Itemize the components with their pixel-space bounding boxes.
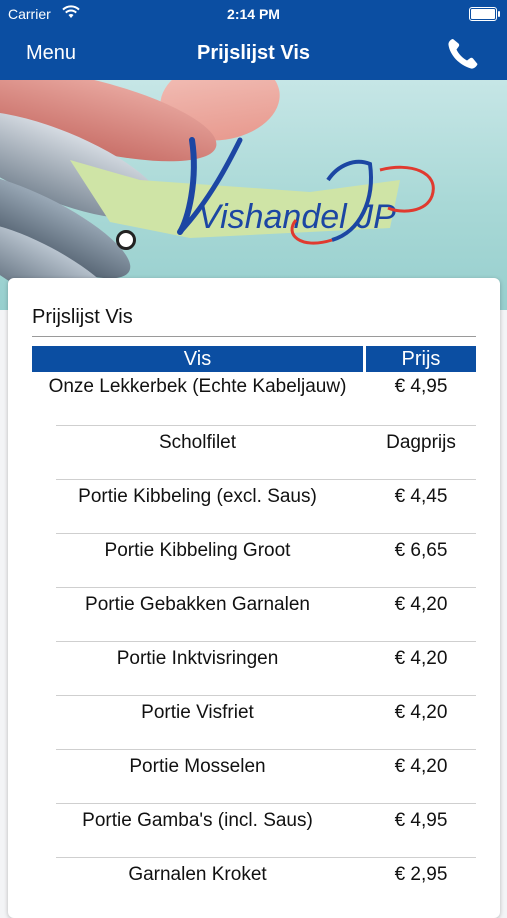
table-row: Portie Gamba's (incl. Saus) € 4,95	[32, 804, 476, 858]
item-name: Onze Lekkerbek (Echte Kabeljauw)	[48, 376, 347, 397]
item-name: Scholfilet	[158, 432, 237, 453]
item-name: Portie Gebakken Garnalen	[85, 594, 310, 615]
item-price: € 4,95	[394, 810, 448, 831]
table-row: Portie Inktvisringen € 4,20	[32, 642, 476, 696]
page-title: Prijslijst Vis	[196, 42, 311, 64]
table-row: Portie Kibbeling Groot € 6,65	[32, 534, 476, 588]
item-price: Dagprijs	[386, 432, 456, 453]
price-list-card: Prijslijst Vis Vis Prijs Onze Lekkerbek …	[8, 278, 500, 918]
item-price: € 2,95	[394, 864, 448, 885]
price-table: Onze Lekkerbek (Echte Kabeljauw) € 4,95 …	[32, 372, 476, 912]
item-price: € 4,20	[394, 756, 448, 777]
table-row: Portie Kibbeling (excl. Saus) € 4,45	[32, 480, 476, 534]
item-name: Portie Gamba's (incl. Saus)	[82, 810, 313, 831]
battery-icon	[469, 7, 500, 21]
column-header-name: Vis	[32, 346, 363, 372]
item-name: Portie Kibbeling (excl. Saus)	[78, 486, 317, 507]
item-price: € 6,65	[394, 540, 448, 561]
item-name: Portie Visfriet	[141, 702, 254, 723]
item-name: Garnalen Kroket	[128, 864, 267, 885]
hero-banner: Vishandel JP	[0, 80, 507, 310]
item-price: € 4,45	[394, 486, 448, 507]
nav-bar: Menu Prijslijst Vis	[0, 28, 507, 80]
item-price: € 4,20	[394, 648, 448, 669]
app-header: Carrier 2:14 PM Menu Prijslijst Vis	[0, 0, 507, 80]
item-price: € 4,95	[394, 376, 448, 397]
item-name: Portie Inktvisringen	[116, 648, 279, 669]
vishandel-logo: Vishandel JP	[70, 137, 435, 245]
status-time: 2:14 PM	[227, 6, 280, 22]
item-name: Portie Mosselen	[129, 756, 266, 777]
item-price: € 4,20	[394, 702, 448, 723]
table-row: Portie Visfriet € 4,20	[32, 696, 476, 750]
card-title: Prijslijst Vis	[32, 306, 133, 328]
item-price: € 4,20	[394, 594, 448, 615]
status-bar: Carrier 2:14 PM	[0, 0, 507, 28]
phone-icon[interactable]	[445, 36, 481, 72]
table-row: Garnalen Kroket € 2,95	[32, 858, 476, 912]
table-row: Onze Lekkerbek (Echte Kabeljauw) € 4,95	[32, 372, 476, 426]
table-row: Portie Gebakken Garnalen € 4,20	[32, 588, 476, 642]
column-header-price: Prijs	[366, 346, 476, 372]
title-divider	[32, 336, 476, 337]
item-name: Portie Kibbeling Groot	[104, 540, 291, 561]
table-row: Scholfilet Dagprijs	[32, 426, 476, 480]
table-row: Portie Mosselen € 4,20	[32, 750, 476, 804]
table-header: Vis Prijs	[32, 346, 476, 372]
